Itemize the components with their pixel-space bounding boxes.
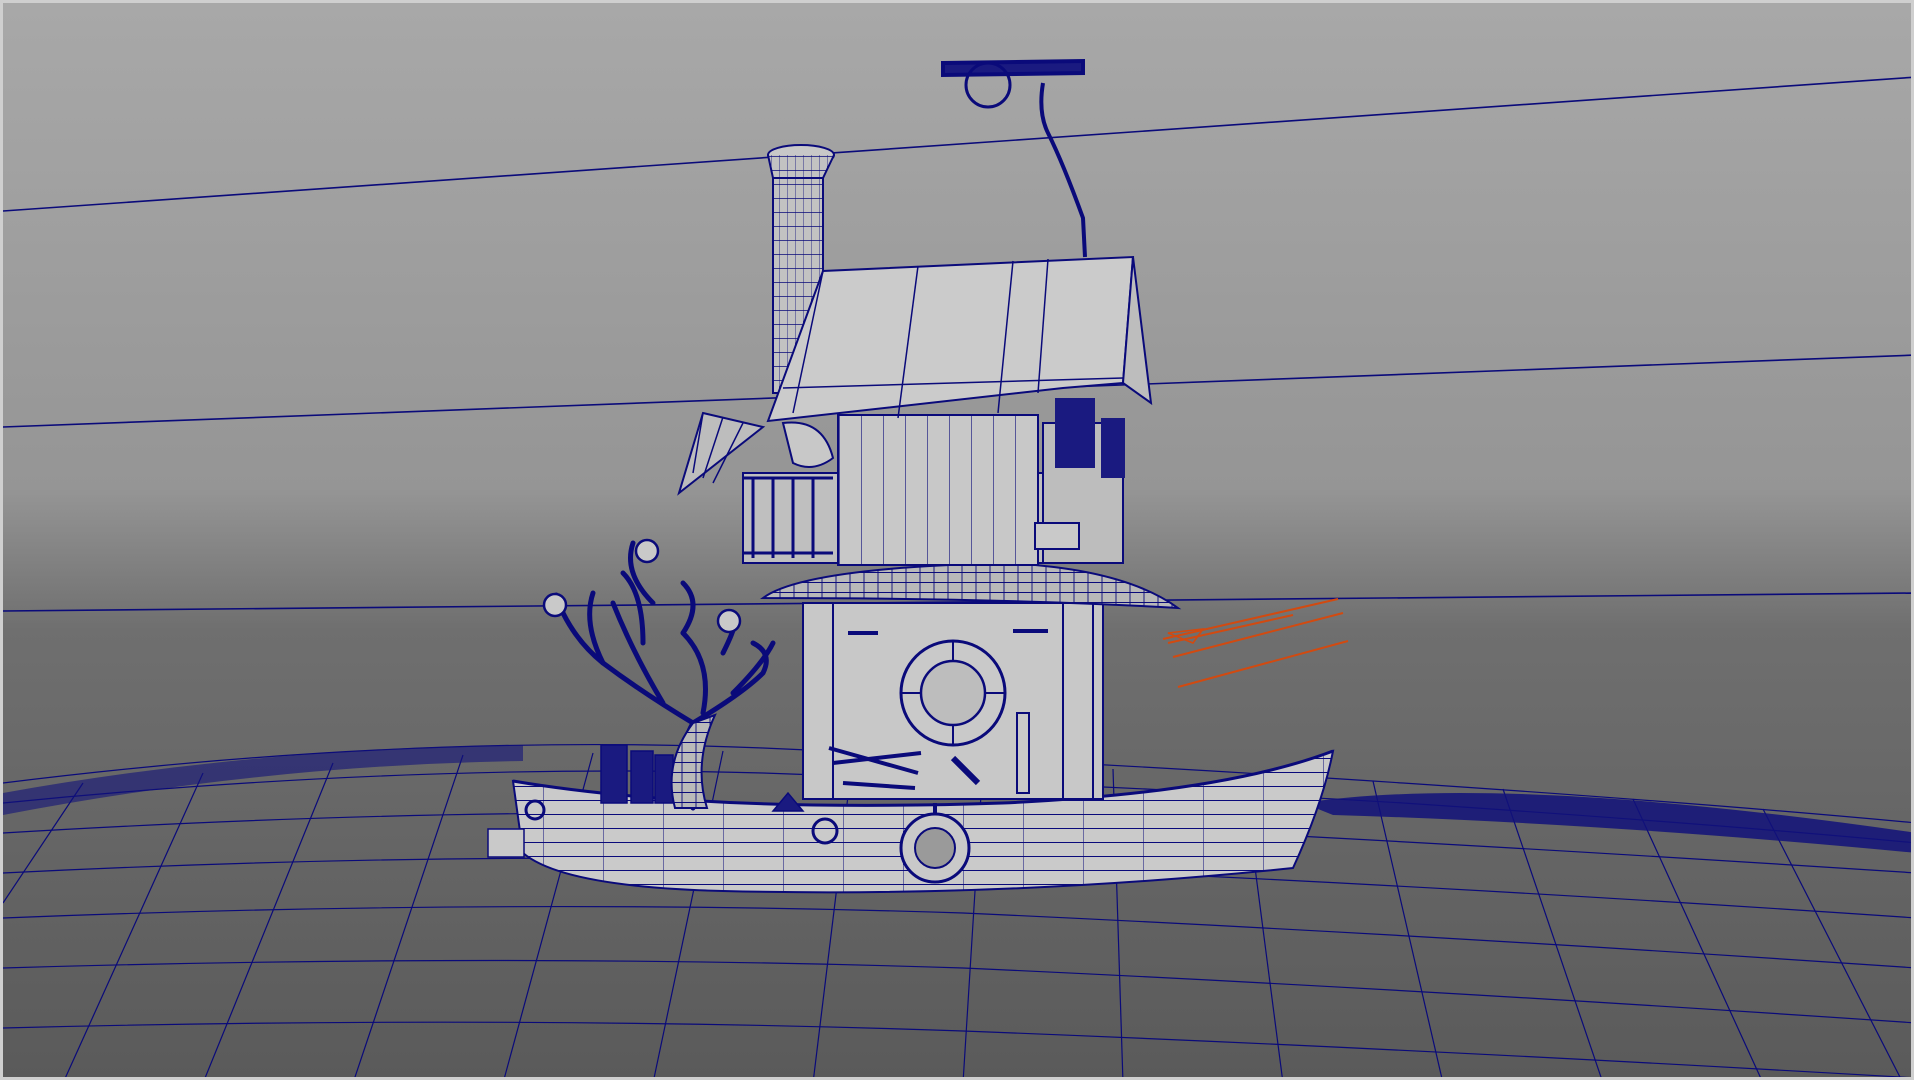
viewport-canvas[interactable] xyxy=(3,3,1914,1080)
lantern-icon xyxy=(542,592,568,618)
lower-cabin xyxy=(802,602,1104,800)
maya-viewport[interactable] xyxy=(0,0,1914,1080)
lantern-icon xyxy=(634,538,660,564)
lantern-icon xyxy=(716,608,742,634)
